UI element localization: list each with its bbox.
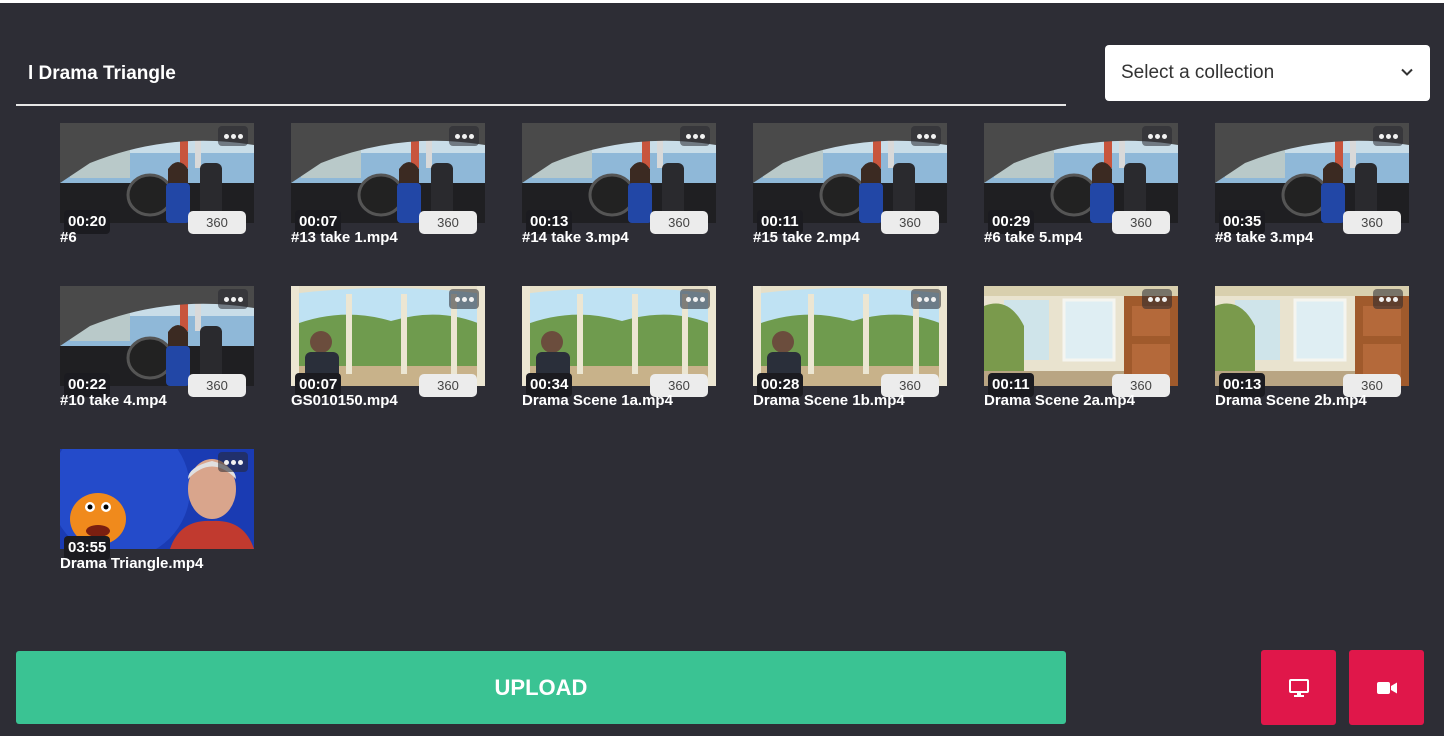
upload-button[interactable]: UPLOAD: [16, 651, 1066, 724]
more-options-icon[interactable]: [1142, 126, 1172, 146]
video-filename: Drama Scene 2a.mp4: [984, 392, 1135, 409]
video-filename: Drama Scene 1a.mp4: [522, 392, 673, 409]
search-bar: [16, 52, 1066, 106]
screen-record-button[interactable]: [1261, 650, 1336, 725]
video-card[interactable]: 00:29 360 #6 take 5.mp4: [984, 123, 1178, 253]
search-input[interactable]: [16, 52, 1066, 96]
video-card[interactable]: 00:28 360 Drama Scene 1b.mp4: [753, 286, 947, 416]
video-card[interactable]: 00:22 360 #10 take 4.mp4: [60, 286, 254, 416]
video-filename: #13 take 1.mp4: [291, 229, 398, 246]
video-card[interactable]: 03:55 Drama Triangle.mp4: [60, 449, 254, 579]
video-card[interactable]: 00:07 360 #13 take 1.mp4: [291, 123, 485, 253]
collection-select[interactable]: Select a collection: [1105, 45, 1430, 101]
video-filename: #14 take 3.mp4: [522, 229, 629, 246]
video-card[interactable]: 00:11 360 Drama Scene 2a.mp4: [984, 286, 1178, 416]
top-border: [0, 0, 1444, 3]
video-card[interactable]: 00:13 360 Drama Scene 2b.mp4: [1215, 286, 1409, 416]
video-filename: #6 take 5.mp4: [984, 229, 1083, 246]
more-options-icon[interactable]: [218, 289, 248, 309]
video-card[interactable]: 00:35 360 #8 take 3.mp4: [1215, 123, 1409, 253]
video-filename: Drama Triangle.mp4: [60, 555, 204, 572]
more-options-icon[interactable]: [1142, 289, 1172, 309]
more-options-icon[interactable]: [1373, 289, 1403, 309]
more-options-icon[interactable]: [1373, 126, 1403, 146]
video-camera-icon: [1376, 681, 1397, 694]
more-options-icon[interactable]: [680, 289, 710, 309]
camera-record-button[interactable]: [1349, 650, 1424, 725]
video-card[interactable]: 00:07 360 GS010150.mp4: [291, 286, 485, 416]
video-card[interactable]: 00:11 360 #15 take 2.mp4: [753, 123, 947, 253]
more-options-icon[interactable]: [449, 289, 479, 309]
chevron-down-icon: [1401, 68, 1413, 76]
collection-select-label: Select a collection: [1121, 62, 1275, 83]
video-card[interactable]: 00:20 360 #6: [60, 123, 254, 253]
video-filename: #10 take 4.mp4: [60, 392, 167, 409]
video-filename: #8 take 3.mp4: [1215, 229, 1314, 246]
video-filename: #6: [60, 229, 77, 246]
more-options-icon[interactable]: [218, 126, 248, 146]
more-options-icon[interactable]: [911, 289, 941, 309]
more-options-icon[interactable]: [911, 126, 941, 146]
video-card[interactable]: 00:13 360 #14 take 3.mp4: [522, 123, 716, 253]
more-options-icon[interactable]: [680, 126, 710, 146]
video-filename: Drama Scene 2b.mp4: [1215, 392, 1367, 409]
video-filename: GS010150.mp4: [291, 392, 398, 409]
more-options-icon[interactable]: [449, 126, 479, 146]
video-card[interactable]: 00:34 360 Drama Scene 1a.mp4: [522, 286, 716, 416]
more-options-icon[interactable]: [218, 452, 248, 472]
video-filename: Drama Scene 1b.mp4: [753, 392, 905, 409]
video-filename: #15 take 2.mp4: [753, 229, 860, 246]
monitor-icon: [1288, 678, 1309, 697]
